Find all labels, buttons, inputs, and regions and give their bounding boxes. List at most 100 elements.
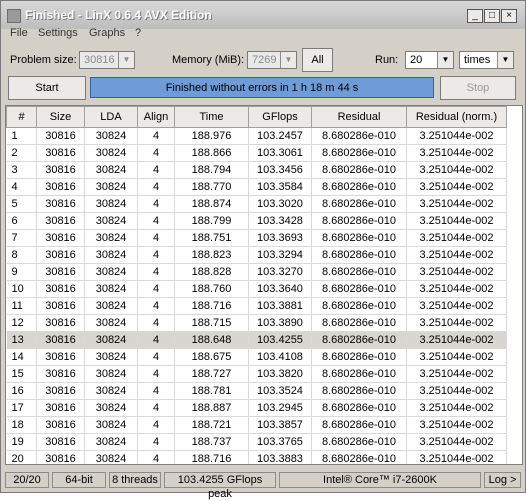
start-button[interactable]: Start xyxy=(8,76,86,100)
table-cell: 14 xyxy=(6,348,37,366)
table-cell: 103.3428 xyxy=(248,212,312,230)
table-cell: 188.781 xyxy=(174,382,249,400)
table-row[interactable]: 16 30816 30824 4 188.781 103.3524 8.680286e-01… xyxy=(6,382,507,400)
table-cell: 30816 xyxy=(36,297,85,315)
table-row[interactable]: 14 30816 30824 4 188.675 103.4108 8.680286e-01… xyxy=(6,348,507,366)
table-cell: 2 xyxy=(6,144,37,162)
table-cell: 30824 xyxy=(84,348,138,366)
memory-label: Memory (MiB): xyxy=(172,54,245,66)
table-cell: 103.3881 xyxy=(248,297,312,315)
minimize-button[interactable]: _ xyxy=(467,9,483,23)
table-row[interactable]: 7 30816 30824 4 188.751 103.3693 8.680286e-010… xyxy=(6,229,507,247)
table-row[interactable]: 5 30816 30824 4 188.874 103.3020 8.680286e-010… xyxy=(6,195,507,213)
problem-size-dropdown[interactable]: 30816 ▼ xyxy=(79,51,135,69)
stop-button[interactable]: Stop xyxy=(440,76,516,100)
table-cell: 103.3020 xyxy=(248,195,312,213)
table-cell: 30824 xyxy=(84,297,138,315)
status-threads: 8 threads xyxy=(109,472,161,488)
table-cell: 30824 xyxy=(84,144,138,162)
chevron-down-icon: ▼ xyxy=(437,52,453,68)
close-button[interactable]: × xyxy=(501,9,517,23)
table-cell: 103.3693 xyxy=(248,229,312,247)
table-row[interactable]: 11 30816 30824 4 188.716 103.3881 8.680286e-01… xyxy=(6,297,507,315)
table-cell: 30824 xyxy=(84,127,138,145)
table-row[interactable]: 18 30816 30824 4 188.721 103.3857 8.680286e-01… xyxy=(6,416,507,434)
table-cell: 188.716 xyxy=(174,297,249,315)
all-memory-button[interactable]: All xyxy=(302,48,333,72)
column-header[interactable]: Residual xyxy=(311,106,407,128)
table-row[interactable]: 15 30816 30824 4 188.727 103.3820 8.680286e-01… xyxy=(6,365,507,383)
table-cell: 18 xyxy=(6,416,37,434)
table-cell: 30816 xyxy=(36,127,85,145)
table-row[interactable]: 6 30816 30824 4 188.799 103.3428 8.680286e-010… xyxy=(6,212,507,230)
table-cell: 4 xyxy=(137,280,175,298)
table-cell: 4 xyxy=(137,161,175,179)
table-cell: 30816 xyxy=(36,399,85,417)
table-row[interactable]: 9 30816 30824 4 188.828 103.3270 8.680286e-010… xyxy=(6,263,507,281)
table-row[interactable]: 12 30816 30824 4 188.715 103.3890 8.680286e-01… xyxy=(6,314,507,332)
table-cell: 30816 xyxy=(36,382,85,400)
log-button[interactable]: Log > xyxy=(484,472,521,488)
table-cell: 103.3294 xyxy=(248,246,312,264)
table-row[interactable]: 1 30816 30824 4 188.976 103.2457 8.680286e-010… xyxy=(6,127,507,145)
table-cell: 3.251044e-002 xyxy=(406,161,507,179)
table-cell: 103.4255 xyxy=(248,331,312,349)
results-table-container[interactable]: # Size LDA Align Time GFlops Residual Residual … xyxy=(5,105,523,465)
menu-bar: File Settings Graphs ? xyxy=(1,25,525,43)
table-row[interactable]: 8 30816 30824 4 188.823 103.3294 8.680286e-010… xyxy=(6,246,507,264)
column-header[interactable]: GFlops xyxy=(248,106,312,128)
run-mode-dropdown[interactable]: times ▼ xyxy=(459,51,514,69)
table-cell: 4 xyxy=(137,433,175,451)
table-cell: 188.648 xyxy=(174,331,249,349)
column-header[interactable]: Align xyxy=(137,106,175,128)
table-row[interactable]: 3 30816 30824 4 188.794 103.3456 8.680286e-010… xyxy=(6,161,507,179)
progress-status-text: Finished without errors in 1 h 18 m 44 s xyxy=(165,82,359,94)
menu-help[interactable]: ? xyxy=(135,27,141,39)
table-cell: 8.680286e-010 xyxy=(311,144,407,162)
table-row[interactable]: 2 30816 30824 4 188.866 103.3061 8.680286e-010… xyxy=(6,144,507,162)
maximize-button[interactable]: □ xyxy=(484,9,500,23)
status-bar: 20/20 64-bit 8 threads 103.4255 GFlops p… xyxy=(1,469,525,500)
table-cell: 8.680286e-010 xyxy=(311,399,407,417)
table-cell: 15 xyxy=(6,365,37,383)
run-count-dropdown[interactable]: 20 ▼ xyxy=(405,51,454,69)
table-cell: 30824 xyxy=(84,314,138,332)
table-row[interactable]: 4 30816 30824 4 188.770 103.3584 8.680286e-010… xyxy=(6,178,507,196)
table-cell: 103.3883 xyxy=(248,450,312,464)
menu-file[interactable]: File xyxy=(10,27,28,39)
chevron-down-icon: ▼ xyxy=(280,52,296,68)
table-cell: 8.680286e-010 xyxy=(311,365,407,383)
table-cell: 3.251044e-002 xyxy=(406,195,507,213)
table-cell: 8.680286e-010 xyxy=(311,450,407,464)
table-cell: 30816 xyxy=(36,450,85,464)
table-cell: 4 xyxy=(137,314,175,332)
table-cell: 188.887 xyxy=(174,399,249,417)
app-icon xyxy=(7,9,21,23)
table-row[interactable]: 10 30816 30824 4 188.760 103.3640 8.680286e-01… xyxy=(6,280,507,298)
table-cell: 3.251044e-002 xyxy=(406,246,507,264)
table-cell: 188.794 xyxy=(174,161,249,179)
table-row[interactable]: 13 30816 30824 4 188.648 103.4255 8.680286e-01… xyxy=(6,331,507,349)
table-cell: 103.2945 xyxy=(248,399,312,417)
table-row[interactable]: 17 30816 30824 4 188.887 103.2945 8.680286e-01… xyxy=(6,399,507,417)
menu-graphs[interactable]: Graphs xyxy=(89,27,125,39)
table-cell: 3.251044e-002 xyxy=(406,399,507,417)
table-cell: 30824 xyxy=(84,280,138,298)
memory-dropdown[interactable]: 7269 ▼ xyxy=(247,51,297,69)
table-cell: 4 xyxy=(137,399,175,417)
column-header[interactable]: Size xyxy=(36,106,85,128)
table-row[interactable]: 20 30816 30824 4 188.716 103.3883 8.680286e-01… xyxy=(6,450,507,464)
table-cell: 19 xyxy=(6,433,37,451)
table-cell: 4 xyxy=(137,382,175,400)
table-cell: 4 xyxy=(137,212,175,230)
table-cell: 3.251044e-002 xyxy=(406,331,507,349)
table-cell: 20 xyxy=(6,450,37,464)
table-row[interactable]: 19 30816 30824 4 188.737 103.3765 8.680286e-01… xyxy=(6,433,507,451)
table-cell: 4 xyxy=(137,127,175,145)
column-header[interactable]: Residual (norm.) xyxy=(406,106,507,128)
table-cell: 103.3890 xyxy=(248,314,312,332)
column-header[interactable]: # xyxy=(6,106,37,128)
column-header[interactable]: LDA xyxy=(84,106,138,128)
column-header[interactable]: Time xyxy=(174,106,249,128)
menu-settings[interactable]: Settings xyxy=(38,27,78,39)
